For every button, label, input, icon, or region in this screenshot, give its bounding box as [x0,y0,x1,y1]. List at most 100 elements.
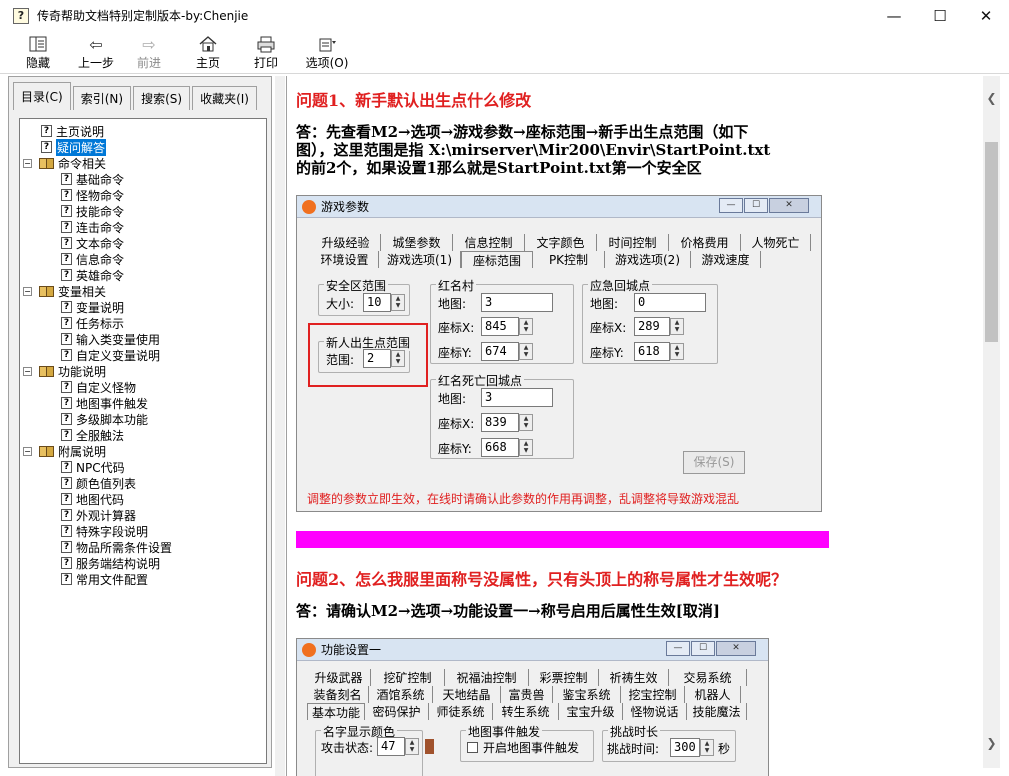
help-page-icon: ? [61,221,72,233]
tree-page[interactable]: ? 物品所需条件设置 [61,539,172,555]
tree-page[interactable]: ? 主页说明 [41,123,104,139]
spinner-arrows-icon: ▲ ▼ [391,294,405,311]
tab-search[interactable]: 搜索(S) [133,86,191,110]
options-button[interactable]: 选项(O) [304,31,350,74]
game-param-tab: 信息控制 [453,234,525,251]
tree-page[interactable]: ? 服务端结构说明 [61,555,160,571]
back-button[interactable]: ⇦ 上一步 [76,31,116,74]
app-icon [302,642,316,657]
help-page-icon: ? [61,429,72,441]
navigation-pane: 目录(C) 索引(N) 搜索(S) 收藏夹(I) ? 主页说明? 疑问解答 − 命令相关… [8,76,272,768]
tree-page[interactable]: ? 怪物命令 [61,187,124,203]
game-params-dialog-image: 游戏参数 — ☐ ✕ 升级经验 城堡参数 信息控制 文字颜色 时间控制 价格费用 人物死亡 … [296,195,822,512]
arrow-right-icon: ⇨ [142,34,156,54]
function-tab: 升级武器 [307,669,371,686]
tree-page[interactable]: ? NPC代码 [61,459,125,475]
function-tab: 密码保护 [365,703,429,720]
tree-item-label: 特殊字段说明 [76,524,149,539]
help-page-icon: ? [61,205,72,217]
tree-page[interactable]: ? 地图事件触发 [61,395,148,411]
dialog-close-icon: ✕ [716,641,756,656]
help-page-icon: ? [61,189,72,201]
collapse-icon[interactable]: − [23,446,32,456]
tab-contents[interactable]: 目录(C) [13,82,71,110]
spinner-arrows-icon: ▲ ▼ [519,439,533,456]
tree-page[interactable]: ? 输入类变量使用 [61,331,160,347]
tree-item-label: 多级脚本功能 [76,412,149,427]
maximize-button[interactable]: ☐ [917,0,963,31]
minimize-button[interactable]: — [871,0,917,31]
forward-button[interactable]: ⇨ 前进 [134,31,164,74]
pane-splitter[interactable] [275,76,285,776]
print-button[interactable]: 打印 [252,31,280,74]
help-app-icon: ? [13,7,29,24]
function-tab: 天地结晶 [433,686,501,703]
collapse-icon[interactable]: − [23,286,32,296]
title-bar: ? 传奇帮助文档特别定制版本-by:Chenjie — ☐ ✕ [0,0,1009,31]
tree-item-label: 主页说明 [56,124,105,139]
color-swatch [425,739,434,754]
tree-folder[interactable]: − 变量相关 [23,283,106,299]
close-button[interactable]: ✕ [963,0,1009,31]
help-page-icon: ? [61,317,72,329]
dialog-close-icon: ✕ [769,198,809,213]
tree-page[interactable]: ? 自定义怪物 [61,379,136,395]
tree-folder[interactable]: − 附属说明 [23,443,106,459]
collapse-icon[interactable]: − [23,366,32,376]
tree-item-label: 基础命令 [76,172,125,187]
function-tab: 交易系统 [669,669,747,686]
map-event-checkbox-image [467,742,478,753]
dialog-maximize-icon: ☐ [691,641,715,656]
tree-page[interactable]: ? 特殊字段说明 [61,523,148,539]
home-button[interactable]: 主页 [193,31,223,74]
tree-page[interactable]: ? 外观计算器 [61,507,136,523]
game-param-tab: 文字颜色 [525,234,597,251]
tree-page[interactable]: ? 颜色值列表 [61,475,136,491]
scroll-down-icon[interactable]: ❯ [983,735,1000,752]
tree-page[interactable]: ? 基础命令 [61,171,124,187]
tree-page[interactable]: ? 变量说明 [61,299,124,315]
game-param-tab: 座标范围 [461,251,533,268]
tree-item-label: 附属说明 [58,444,107,459]
tree-page[interactable]: ? 任务标示 [61,315,124,331]
scroll-thumb[interactable] [985,142,998,342]
tree-item-label: 颜色值列表 [76,476,137,491]
function-tab: 祈祷生效 [599,669,669,686]
warning-text: 调整的参数立即生效，在线时请确认此参数的作用再调整，乱调整将导致游戏混乱 [307,492,740,506]
function-tab: 挖矿控制 [371,669,445,686]
content-scrollbar[interactable]: ❮ ❯ [983,76,1000,768]
function-tab: 祝福油控制 [445,669,529,686]
tree-page[interactable]: ? 疑问解答 [41,138,107,156]
section-divider [296,531,829,548]
contents-tree[interactable]: ? 主页说明? 疑问解答 − 命令相关? 基础命令? 怪物命令? 技能命令? 连击命令? 文本命令… [19,118,267,764]
tree-page[interactable]: ? 英雄命令 [61,267,124,283]
tree-page[interactable]: ? 文本命令 [61,235,124,251]
help-page-icon: ? [61,413,72,425]
window-title: 传奇帮助文档特别定制版本-by:Chenjie [37,9,249,23]
book-open-icon [38,365,54,377]
tree-page[interactable]: ? 连击命令 [61,219,124,235]
tab-index[interactable]: 索引(N) [72,86,132,110]
function-tab: 技能魔法 [687,703,747,720]
tree-page[interactable]: ? 信息命令 [61,251,124,267]
tree-item-label: 地图代码 [76,492,125,507]
tab-favorites[interactable]: 收藏夹(I) [192,86,257,110]
tree-page[interactable]: ? 地图代码 [61,491,124,507]
tree-page[interactable]: ? 全服触法 [61,427,124,443]
answer-1-text: 答：先查看M2→选项→游戏参数→座标范围→新手出生点范围（如下 图），这里范围是… [296,123,771,177]
hide-pane-icon [27,34,49,54]
scroll-up-icon[interactable]: ❮ [983,90,1000,107]
tree-folder[interactable]: − 命令相关 [23,155,106,171]
hide-button[interactable]: 隐藏 [22,31,54,74]
book-open-icon [38,157,54,169]
tree-page[interactable]: ? 自定义变量说明 [61,347,160,363]
tree-page[interactable]: ? 多级脚本功能 [61,411,148,427]
collapse-icon[interactable]: − [23,158,32,168]
tree-item-label: 任务标示 [76,316,125,331]
tree-page[interactable]: ? 常用文件配置 [61,571,148,587]
spinner-arrows-icon: ▲ ▼ [519,318,533,335]
function-tab: 机器人 [685,686,741,703]
tree-folder[interactable]: − 功能说明 [23,363,106,379]
tree-page[interactable]: ? 技能命令 [61,203,124,219]
help-page-icon: ? [61,333,72,345]
